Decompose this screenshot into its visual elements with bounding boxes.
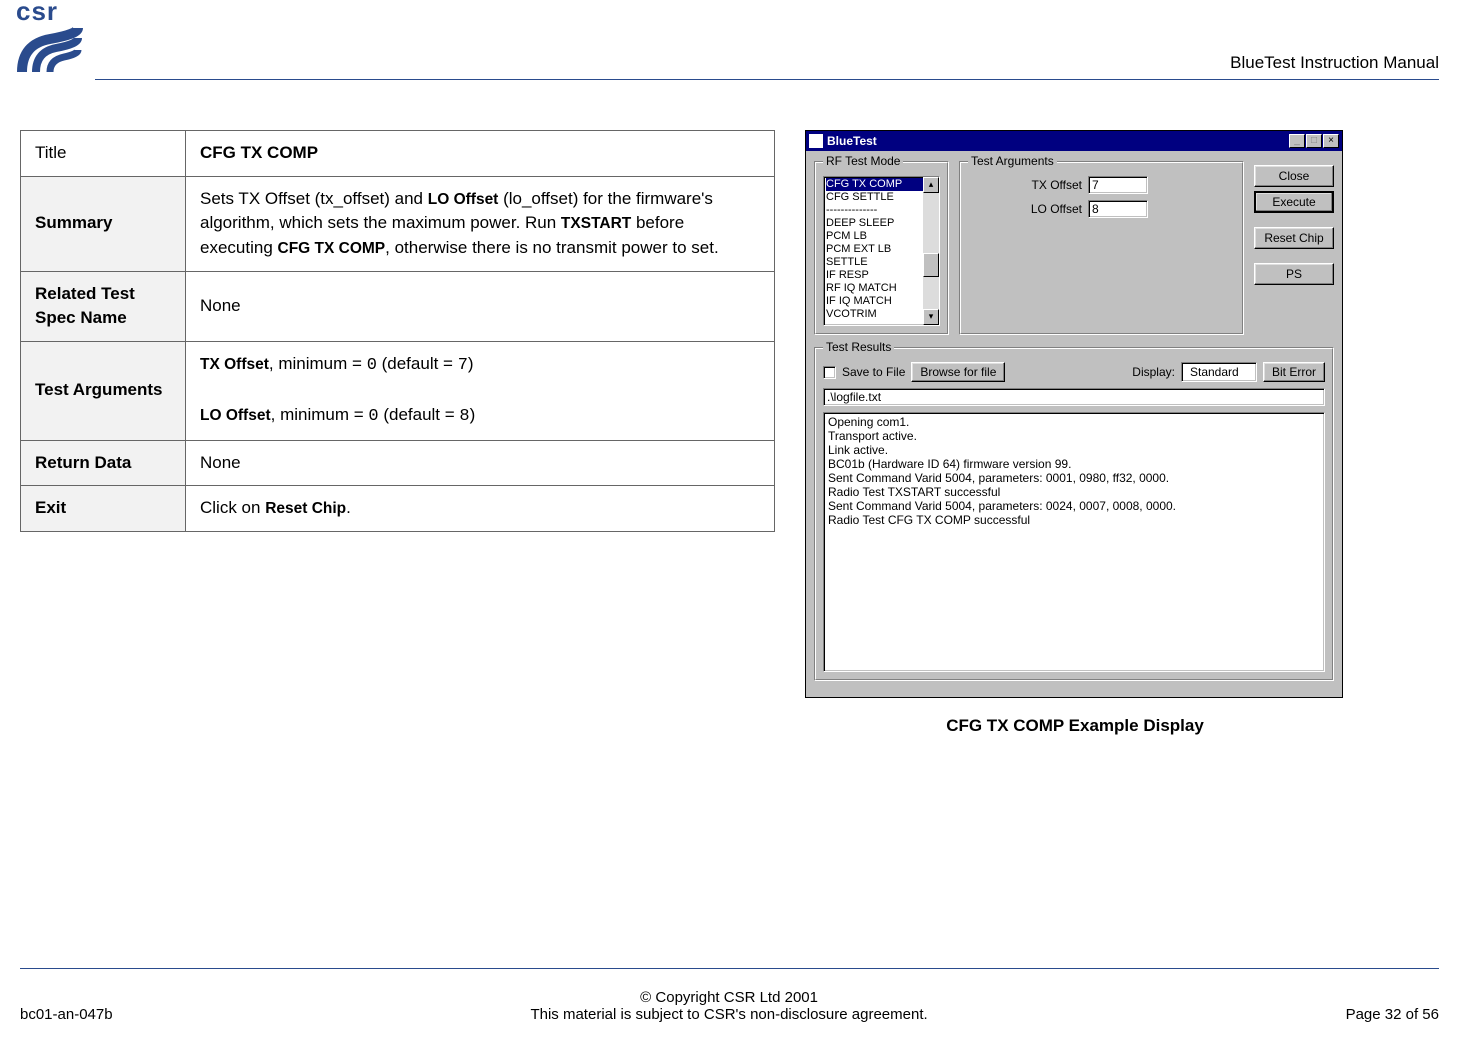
close-button[interactable]: Close [1254,165,1334,187]
spec-testargs-label: Test Arguments [21,341,186,440]
rf-mode-items: CFG TX COMPCFG SETTLE--------------DEEP … [824,177,939,321]
spec-related-value: None [186,271,775,341]
display-select[interactable]: Standard [1181,362,1257,382]
rf-test-mode-group: RF Test Mode CFG TX COMPCFG SETTLE------… [814,161,949,335]
reset-chip-button[interactable]: Reset Chip [1254,227,1334,249]
spec-table: Title CFG TX COMP Summary Sets TX Offset… [20,130,775,532]
tx-offset-label: TX Offset [968,178,1088,192]
copyright: © Copyright CSR Ltd 2001 [113,989,1346,1006]
results-output: Opening com1. Transport active. Link act… [823,412,1325,672]
scrollbar[interactable]: ▴ ▾ [923,177,939,325]
tx-offset-input[interactable]: 7 [1088,176,1148,194]
app-icon [809,134,823,148]
page-number: Page 32 of 56 [1346,1006,1439,1023]
scroll-up-icon[interactable]: ▴ [923,177,939,193]
maximize-icon[interactable]: □ [1306,134,1322,148]
svg-text:csr: csr [16,0,58,26]
spec-return-value: None [186,440,775,486]
scroll-down-icon[interactable]: ▾ [923,309,939,325]
document-title: BlueTest Instruction Manual [1230,53,1439,73]
csr-logo: csr [10,0,90,76]
spec-exit-value: Click on Reset Chip. [186,486,775,532]
save-to-file-label: Save to File [842,365,905,379]
spec-testargs-value: TX Offset, minimum = 0 (default = 7)LO O… [186,341,775,440]
rf-mode-listbox[interactable]: CFG TX COMPCFG SETTLE--------------DEEP … [823,176,940,326]
close-icon[interactable]: × [1323,134,1339,148]
test-args-label: Test Arguments [968,154,1057,168]
browse-button[interactable]: Browse for file [911,362,1005,382]
spec-related-label: Related Test Spec Name [21,271,186,341]
logfile-input[interactable]: .\logfile.txt [823,388,1325,406]
scroll-thumb[interactable] [923,253,939,277]
save-to-file-checkbox[interactable] [823,366,836,379]
page-footer: bc01-an-047b © Copyright CSR Ltd 2001 Th… [20,968,1439,1023]
test-arguments-group: Test Arguments TX Offset 7 LO Offset 8 [959,161,1244,335]
doc-code: bc01-an-047b [20,1006,113,1023]
spec-summary-label: Summary [21,176,186,271]
rf-mode-label: RF Test Mode [823,154,903,168]
display-label: Display: [1132,365,1175,379]
bluetest-window: BlueTest _ □ × RF Test Mode CFG TX COMPC… [805,130,1343,698]
lo-offset-input[interactable]: 8 [1088,200,1148,218]
window-title: BlueTest [827,134,877,148]
test-results-label: Test Results [823,340,894,354]
ps-button[interactable]: PS [1254,263,1334,285]
spec-title-value: CFG TX COMP [186,131,775,177]
execute-button[interactable]: Execute [1254,191,1334,213]
page-header: csr BlueTest Instruction Manual [95,0,1439,80]
lo-offset-label: LO Offset [968,202,1088,216]
titlebar: BlueTest _ □ × [806,131,1342,151]
spec-summary-value: Sets TX Offset (tx_offset) and LO Offset… [186,176,775,271]
spec-exit-label: Exit [21,486,186,532]
spec-title-label: Title [21,131,186,177]
nda-text: This material is subject to CSR's non-di… [113,1006,1346,1023]
bit-error-button[interactable]: Bit Error [1263,362,1325,382]
spec-return-label: Return Data [21,440,186,486]
test-results-group: Test Results Save to File Browse for fil… [814,347,1334,681]
screenshot-caption: CFG TX COMP Example Display [805,716,1345,736]
minimize-icon[interactable]: _ [1289,134,1305,148]
